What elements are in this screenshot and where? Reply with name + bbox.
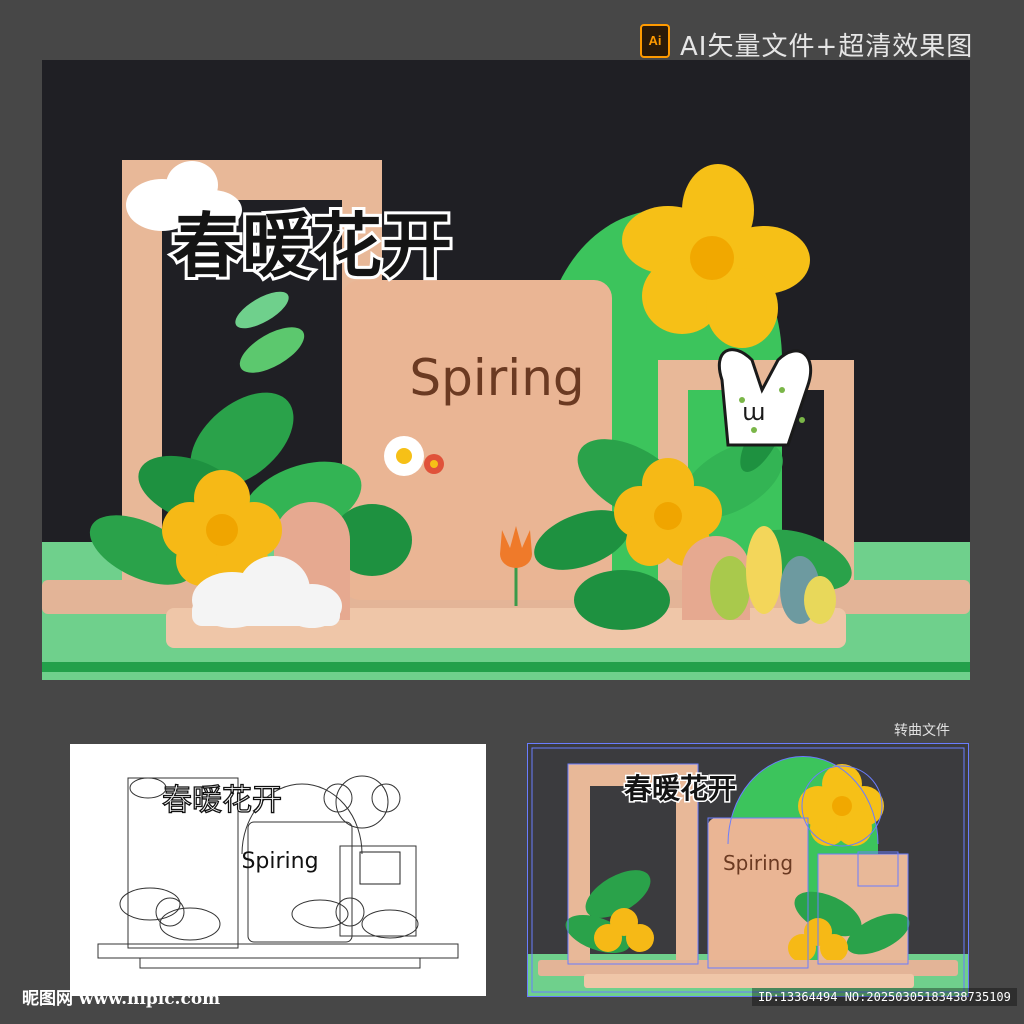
header-title: AI矢量文件+超清效果图 — [680, 32, 974, 62]
outline-subtitle: Spiring — [241, 849, 318, 874]
artwork-headline: 春暖花开 — [172, 205, 452, 287]
svg-text:ɯ: ɯ — [742, 398, 765, 426]
preview-subtitle: Spiring — [723, 851, 793, 875]
artwork-subtitle: Spiring — [409, 349, 584, 407]
selection-preview: 春暖花开 Spiring — [527, 743, 969, 997]
outline-headline: 春暖花开 — [162, 783, 282, 818]
preview-headline: 春暖花开 — [624, 772, 736, 805]
site-logo-watermark: 昵图网 www.nipic.com — [22, 989, 221, 1009]
preview-illustration: 春暖花开 Spiring — [528, 747, 968, 996]
image-id-label: ID:13364494 NO:20250305183438735109 — [752, 988, 1017, 1006]
outline-view: 春暖花开 Spiring — [70, 744, 486, 996]
artwork-illustration: ɯ 春暖花开 Spiring — [42, 160, 970, 680]
ai-file-icon: Ai — [640, 24, 670, 58]
outline-illustration: 春暖花开 Spiring — [97, 775, 459, 969]
curve-file-caption: 转曲文件 — [894, 723, 950, 739]
floor-stripe — [42, 662, 970, 672]
main-artwork: ɯ 春暖花开 Spiring — [42, 60, 970, 680]
